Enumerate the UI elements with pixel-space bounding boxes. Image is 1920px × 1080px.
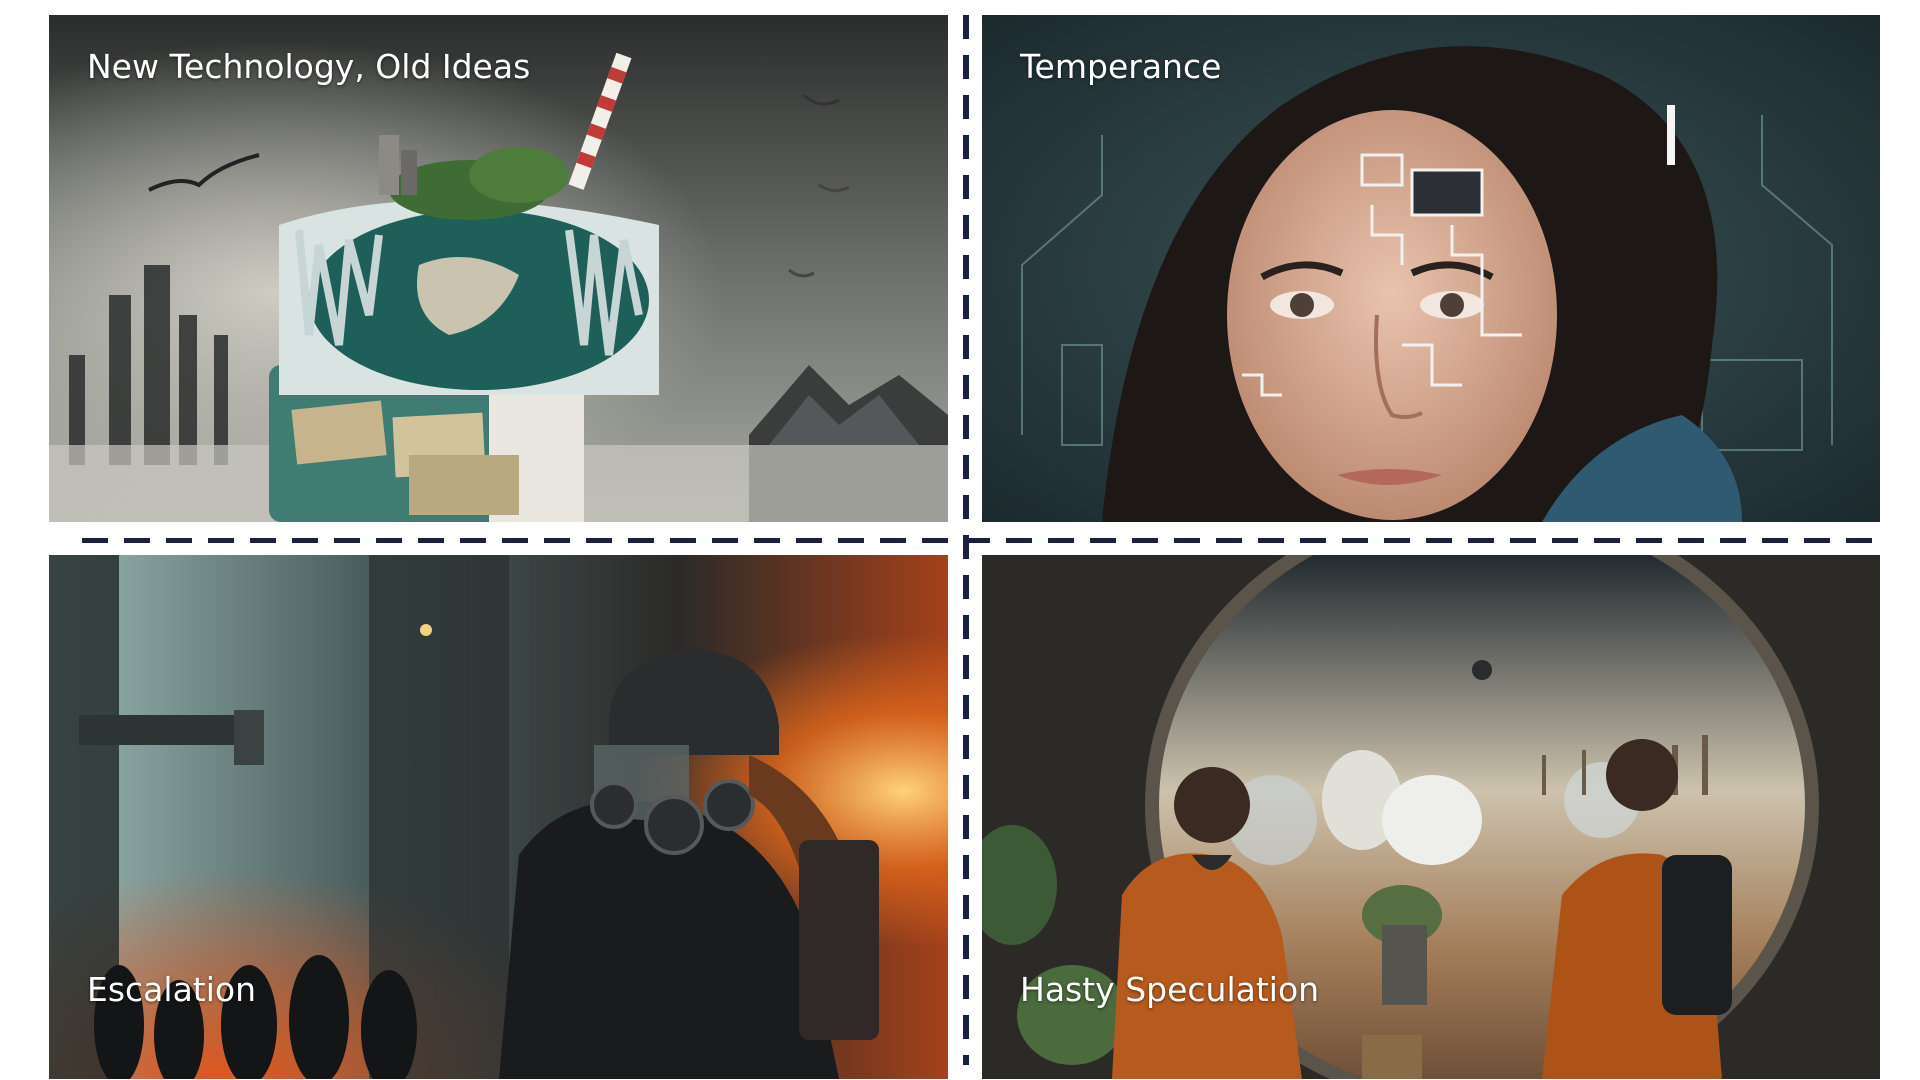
image-panel-new-technology[interactable]: New Technology, Old Ideas [49, 15, 948, 522]
panel-title: Temperance [1020, 47, 1222, 86]
image-panel-temperance[interactable]: Temperance [982, 15, 1880, 522]
panel-title: Hasty Speculation [1020, 970, 1320, 1009]
cyborg-woman-portrait [982, 15, 1880, 522]
panel-title: New Technology, Old Ideas [87, 47, 531, 86]
image-panel-hasty-speculation[interactable]: Hasty Speculation [982, 555, 1880, 1079]
melting-earth-illustration [49, 15, 948, 522]
image-panel-escalation[interactable]: Escalation [49, 555, 948, 1079]
horizontal-divider [82, 538, 1882, 543]
panel-title: Escalation [87, 970, 257, 1009]
